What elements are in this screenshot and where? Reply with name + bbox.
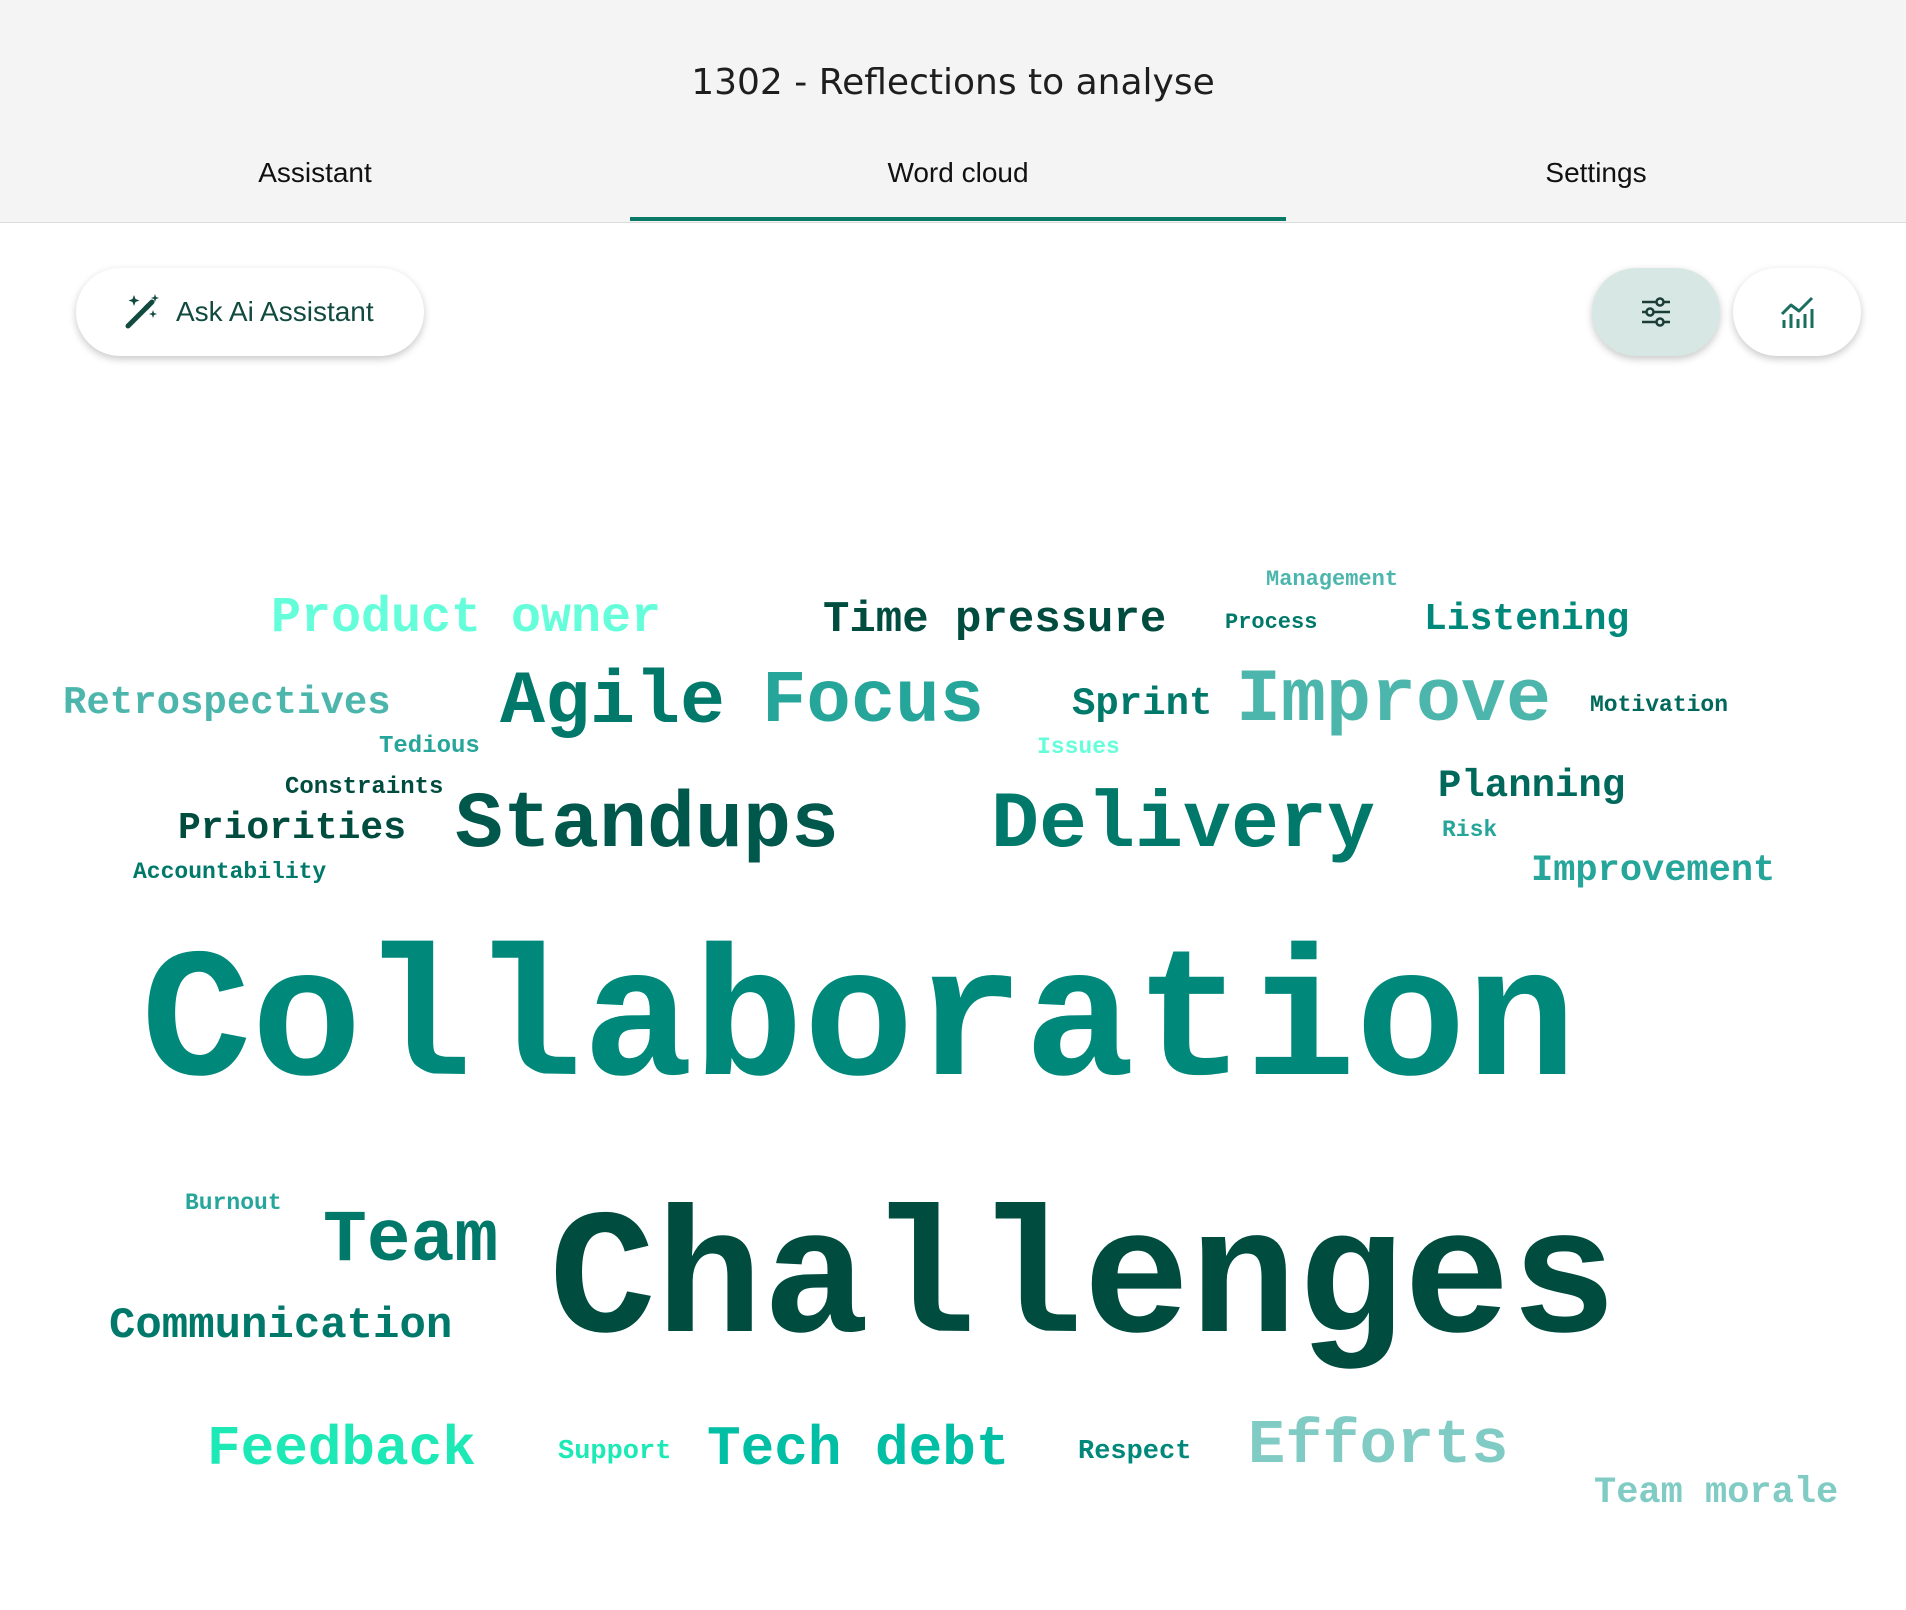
chart-icon — [1780, 296, 1814, 328]
word-process: Process — [1225, 610, 1318, 635]
word-improvement: Improvement — [1531, 850, 1776, 892]
word-motivation: Motivation — [1590, 692, 1729, 718]
word-agile: Agile — [500, 660, 726, 745]
word-planning: Planning — [1438, 764, 1626, 808]
word-respect: Respect — [1078, 1437, 1192, 1467]
word-accountability: Accountability — [133, 859, 327, 885]
word-tech-debt: Tech debt — [707, 1417, 1010, 1481]
word-time-pressure: Time pressure — [823, 595, 1167, 645]
word-issues: Issues — [1037, 734, 1120, 760]
word-communication: Communication — [109, 1301, 453, 1351]
word-priorities: Priorities — [178, 807, 407, 850]
word-collaboration: Collaboration — [141, 922, 1577, 1130]
word-retrospectives: Retrospectives — [63, 681, 391, 725]
word-risk: Risk — [1442, 817, 1498, 843]
word-constraints: Constraints — [285, 774, 444, 801]
word-efforts: Efforts — [1248, 1410, 1509, 1481]
word-listening: Listening — [1424, 598, 1630, 641]
word-burnout: Burnout — [185, 1190, 282, 1216]
word-tedious: Tedious — [379, 733, 480, 760]
tab-assistant[interactable]: Assistant — [0, 155, 630, 222]
word-feedback: Feedback — [207, 1417, 476, 1481]
ask-ai-assistant-button[interactable]: Ask Ai Assistant — [76, 268, 424, 356]
word-cloud: Management Product owner Time pressure P… — [0, 0, 1906, 1610]
word-sprint: Sprint — [1072, 682, 1213, 726]
header: 1302 - Reflections to analyse Assistant … — [0, 0, 1906, 223]
word-team-morale: Team morale — [1594, 1472, 1839, 1514]
word-support: Support — [558, 1437, 672, 1467]
word-product-owner: Product owner — [271, 590, 662, 647]
tab-settings[interactable]: Settings — [1286, 155, 1906, 222]
ask-ai-assistant-label: Ask Ai Assistant — [176, 296, 374, 327]
active-tab-indicator — [630, 217, 1286, 221]
word-management: Management — [1266, 567, 1399, 592]
filter-button[interactable] — [1592, 268, 1720, 356]
word-standups: Standups — [455, 780, 840, 871]
word-improve: Improve — [1236, 658, 1552, 743]
tab-word-cloud[interactable]: Word cloud — [630, 155, 1286, 222]
word-delivery: Delivery — [991, 780, 1376, 871]
word-team: Team — [323, 1199, 499, 1282]
page-title: 1302 - Reflections to analyse — [691, 62, 1215, 103]
sliders-icon — [1642, 297, 1670, 327]
word-challenges: Challenges — [549, 1184, 1618, 1385]
word-focus: Focus — [762, 660, 985, 744]
magic-wand-icon — [122, 292, 162, 332]
chart-button[interactable] — [1733, 268, 1861, 356]
